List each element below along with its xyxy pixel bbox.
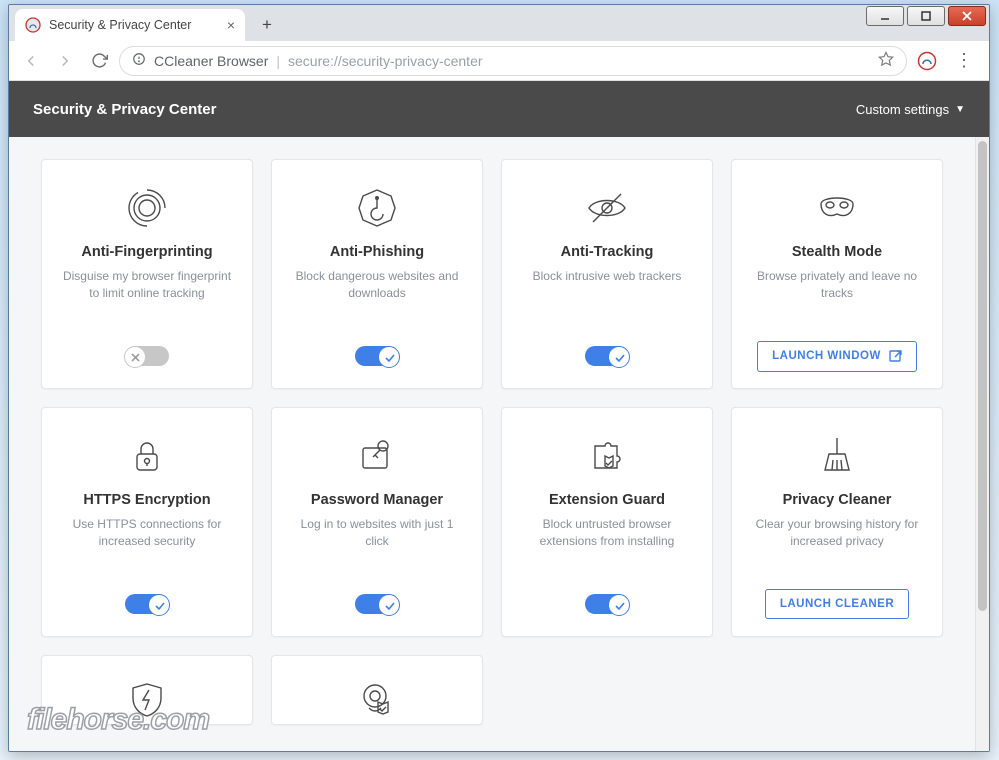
scrollbar-thumb[interactable] (978, 141, 987, 611)
cards-grid-partial (41, 655, 943, 725)
card-title: Extension Guard (549, 492, 665, 508)
toggle-switch[interactable] (125, 594, 169, 614)
tab-favicon-icon (25, 17, 41, 33)
fingerprint-icon (123, 180, 171, 236)
tab-title: Security & Privacy Center (49, 18, 191, 32)
card-description: Block dangerous websites and downloads (288, 268, 466, 302)
feature-card: Stealth Mode Browse privately and leave … (731, 159, 943, 389)
puzzle-shield-icon (583, 428, 631, 484)
feature-card: Anti-Fingerprinting Disguise my browser … (41, 159, 253, 389)
browser-menu-icon[interactable]: ⋮ (947, 50, 981, 71)
page-title: Security & Privacy Center (33, 101, 216, 118)
card-description: Disguise my browser fingerprint to limit… (58, 268, 236, 302)
caret-down-icon: ▼ (955, 104, 965, 115)
bookmark-star-icon[interactable] (878, 51, 894, 70)
card-title: Password Manager (311, 492, 443, 508)
url-text: secure://security-privacy-center (288, 53, 483, 69)
webcam-shield-icon (353, 676, 401, 724)
address-bar[interactable]: CCleaner Browser | secure://security-pri… (119, 46, 907, 76)
card-title: Anti-Fingerprinting (81, 244, 212, 260)
minimize-button[interactable] (866, 6, 904, 26)
page-header: Security & Privacy Center Custom setting… (9, 81, 989, 137)
back-button[interactable] (17, 47, 45, 75)
site-info-icon[interactable] (132, 52, 146, 69)
maximize-button[interactable] (907, 6, 945, 26)
close-button[interactable] (948, 6, 986, 26)
feature-card (271, 655, 483, 725)
vertical-scrollbar[interactable] (975, 137, 989, 751)
cards-grid-scroll[interactable]: Anti-Fingerprinting Disguise my browser … (9, 137, 975, 751)
toggle-switch[interactable] (585, 346, 629, 366)
eye-slash-icon (583, 180, 631, 236)
card-title: Anti-Tracking (561, 244, 654, 260)
browser-brand-label: CCleaner Browser (154, 53, 268, 69)
card-title: Anti-Phishing (330, 244, 424, 260)
reload-button[interactable] (85, 47, 113, 75)
tab-close-icon[interactable]: × (227, 17, 235, 33)
page-content: Security & Privacy Center Custom setting… (9, 81, 989, 751)
toggle-switch[interactable] (355, 346, 399, 366)
feature-card (41, 655, 253, 725)
feature-card: Password Manager Log in to websites with… (271, 407, 483, 637)
toggle-switch[interactable] (125, 346, 169, 366)
card-description: Clear your browsing history for increase… (748, 516, 926, 550)
flash-shield-icon (123, 676, 171, 724)
launch-button-label: LAUNCH CLEANER (780, 598, 894, 610)
key-icon (353, 428, 401, 484)
mask-icon (813, 180, 861, 236)
feature-card: Extension Guard Block untrusted browser … (501, 407, 713, 637)
forward-button[interactable] (51, 47, 79, 75)
card-description: Use HTTPS connections for increased secu… (58, 516, 236, 550)
launch-button[interactable]: LAUNCH CLEANER (765, 589, 909, 619)
feature-card: Anti-Phishing Block dangerous websites a… (271, 159, 483, 389)
window-controls (866, 5, 989, 29)
app-window: Security & Privacy Center × + CCleaner B… (8, 4, 990, 752)
card-title: Stealth Mode (792, 244, 882, 260)
phishing-icon (353, 180, 401, 236)
settings-label: Custom settings (856, 102, 949, 117)
launch-button[interactable]: LAUNCH WINDOW (757, 341, 917, 372)
toggle-switch[interactable] (355, 594, 399, 614)
feature-card: Anti-Tracking Block intrusive web tracke… (501, 159, 713, 389)
toggle-switch[interactable] (585, 594, 629, 614)
new-tab-button[interactable]: + (253, 11, 281, 39)
card-title: Privacy Cleaner (783, 492, 892, 508)
card-description: Block untrusted browser extensions from … (518, 516, 696, 550)
card-title: HTTPS Encryption (83, 492, 210, 508)
browser-tab[interactable]: Security & Privacy Center × (15, 9, 245, 41)
launch-button-label: LAUNCH WINDOW (772, 350, 881, 362)
settings-dropdown[interactable]: Custom settings ▼ (856, 102, 965, 117)
card-description: Browse privately and leave no tracks (748, 268, 926, 302)
ccleaner-extension-icon[interactable] (917, 51, 937, 71)
feature-card: HTTPS Encryption Use HTTPS connections f… (41, 407, 253, 637)
card-description: Block intrusive web trackers (533, 268, 682, 302)
tab-strip: Security & Privacy Center × + (9, 5, 989, 41)
card-description: Log in to websites with just 1 click (288, 516, 466, 550)
browser-toolbar: CCleaner Browser | secure://security-pri… (9, 41, 989, 81)
lock-icon (123, 428, 171, 484)
feature-card: Privacy Cleaner Clear your browsing hist… (731, 407, 943, 637)
broom-icon (813, 428, 861, 484)
cards-grid: Anti-Fingerprinting Disguise my browser … (41, 159, 943, 637)
